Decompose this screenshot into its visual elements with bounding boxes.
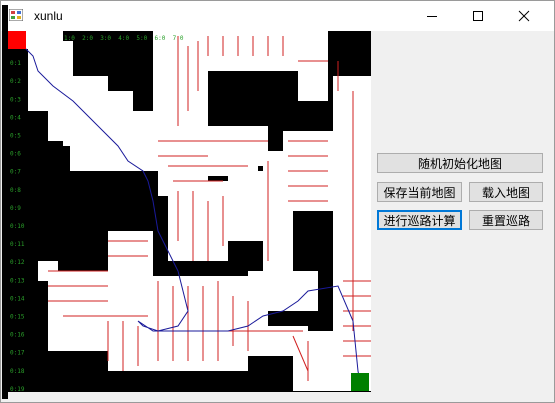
minimize-button[interactable] (409, 1, 455, 31)
maximize-button[interactable] (455, 1, 501, 31)
row-label: 0:11 (10, 241, 25, 248)
row-label: 0:3 (10, 96, 21, 103)
row-label: 0:6 (10, 151, 21, 158)
open-cell (208, 31, 303, 71)
row-label: 0:7 (10, 169, 21, 176)
column-label: 6:0 (155, 35, 166, 42)
row-label: 0:4 (10, 114, 21, 121)
maximize-icon (473, 11, 483, 21)
start-cell (8, 31, 26, 49)
column-label: 3:0 (100, 35, 111, 42)
row-label: 0:5 (10, 133, 21, 140)
row-label: 0:2 (10, 78, 21, 85)
close-button[interactable] (501, 1, 547, 31)
row-label: 0:18 (10, 368, 25, 375)
row-label: 0:19 (10, 386, 25, 392)
column-label: 4:0 (118, 35, 129, 42)
row-label: 0:13 (10, 277, 25, 284)
title-bar: xunlu (1, 1, 554, 31)
goal-cell (351, 373, 369, 391)
row-label: 0:15 (10, 314, 25, 321)
open-cell (168, 181, 228, 261)
open-cell (168, 146, 258, 176)
row-label: 0:14 (10, 295, 25, 302)
open-cell (298, 61, 328, 101)
row-label: 0:17 (10, 350, 25, 357)
row-label: 0:9 (10, 205, 21, 212)
reset-path-button[interactable]: 重置巡路 (469, 210, 543, 230)
row-label: 0:1 (10, 60, 21, 67)
maze-canvas[interactable]: 0:00:10:20:30:40:50:60:70:80:90:100:110:… (8, 31, 371, 392)
close-icon (518, 10, 530, 22)
row-label: 0:8 (10, 187, 21, 194)
compute-path-button[interactable]: 进行巡路计算 (377, 210, 462, 230)
save-current-map-button[interactable]: 保存当前地图 (377, 182, 462, 202)
row-label: 0:10 (10, 223, 25, 230)
open-cell (228, 171, 268, 241)
window-title: xunlu (34, 9, 63, 23)
column-label: 2:0 (82, 35, 93, 42)
column-label: 1:0 (64, 35, 75, 42)
column-label: 5:0 (136, 35, 147, 42)
app-icon (9, 9, 23, 21)
maze-svg: 0:00:10:20:30:40:50:60:70:80:90:100:110:… (8, 31, 371, 392)
random-init-map-button[interactable]: 随机初始化地图 (377, 153, 543, 173)
app-window: xunlu 0:00:10:20:30:40:50:60:70:80:90:10… (0, 0, 555, 403)
row-label: 0:12 (10, 259, 25, 266)
load-map-button[interactable]: 载入地图 (469, 182, 543, 202)
minimize-icon (427, 16, 437, 17)
row-label: 0:16 (10, 332, 25, 339)
